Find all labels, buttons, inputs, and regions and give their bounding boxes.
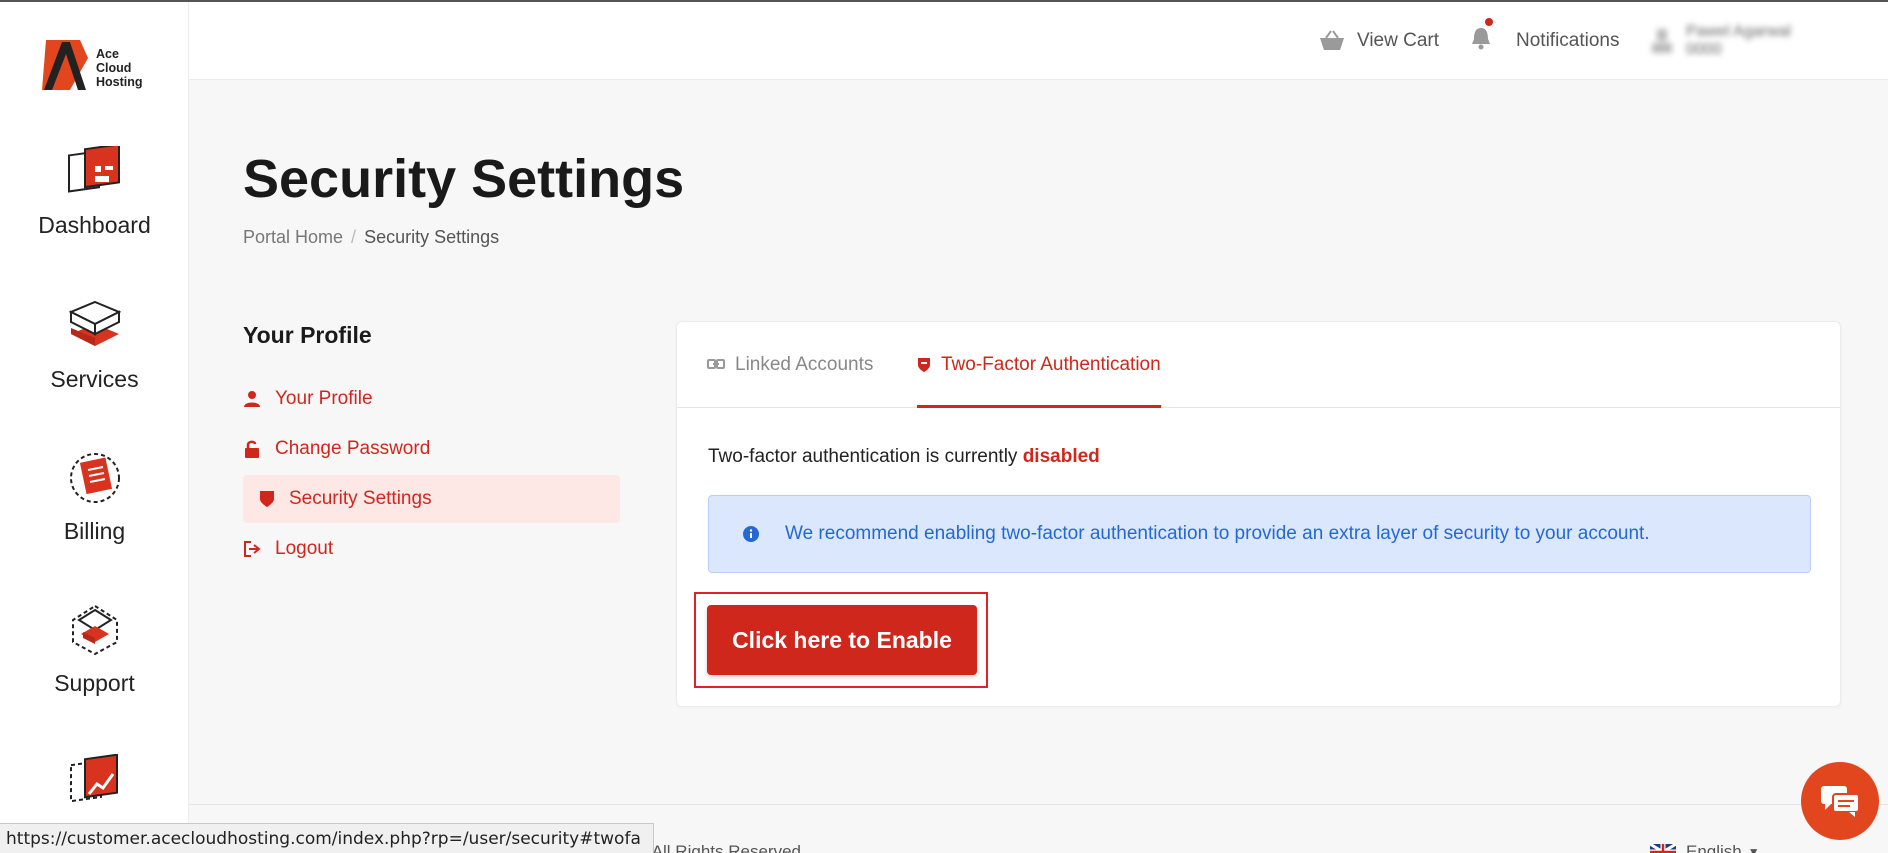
footer-divider: [189, 804, 1888, 805]
billing-icon: [69, 453, 120, 503]
unlock-icon: [245, 440, 259, 458]
profile-menu-logout[interactable]: Logout: [243, 525, 620, 573]
two-factor-status: Two-factor authentication is currently d…: [708, 446, 1100, 467]
sidebar-item-label: Services: [50, 366, 139, 392]
breadcrumb-current: Security Settings: [364, 227, 500, 247]
logout-icon: [244, 541, 261, 557]
shield-icon: [260, 491, 274, 507]
sidebar-item-services[interactable]: Services: [0, 298, 189, 393]
status-badge: disabled: [1022, 446, 1100, 467]
user-menu[interactable]: Pawel Agarwal 0000: [1650, 23, 1791, 58]
enable-two-factor-button[interactable]: Click here to Enable: [707, 605, 977, 675]
notifications-link[interactable]: Notifications: [1470, 18, 1620, 56]
reports-icon: [69, 754, 118, 803]
profile-menu-security-settings[interactable]: Security Settings: [243, 475, 620, 523]
browser-status-bar: https://customer.acecloudhosting.com/ind…: [0, 823, 654, 853]
tab-two-factor-authentication[interactable]: Two-Factor Authentication: [917, 354, 1161, 408]
chat-icon: [1821, 786, 1860, 817]
recommendation-alert: We recommend enabling two-factor authent…: [708, 495, 1811, 573]
sidebar-item-support[interactable]: Support: [0, 602, 189, 697]
profile-menu-heading: Your Profile: [243, 322, 372, 348]
user-icon: [244, 391, 260, 407]
language-selector[interactable]: English ▼: [1650, 842, 1760, 853]
bell-icon: [1470, 18, 1504, 56]
page-title: Security Settings: [243, 149, 685, 209]
logo-text: Ace Cloud Hosting: [96, 47, 143, 89]
breadcrumb: Portal Home / Security Settings: [243, 227, 499, 248]
shield-icon: [918, 358, 930, 372]
user-avatar-icon: [1652, 29, 1672, 53]
uk-flag-icon: [1650, 844, 1676, 853]
profile-menu-change-password[interactable]: Change Password: [243, 425, 620, 473]
tab-linked-accounts[interactable]: Linked Accounts: [707, 354, 873, 408]
sidebar-item-label: Dashboard: [38, 212, 151, 238]
top-header: View Cart Notifications Pawel Agarwal 00…: [189, 2, 1888, 80]
info-icon: [743, 526, 759, 542]
user-name: Pawel Agarwal 0000: [1686, 23, 1791, 58]
profile-menu-your-profile[interactable]: Your Profile: [243, 375, 620, 423]
brand-logo[interactable]: Ace Cloud Hosting: [40, 38, 150, 94]
dashboard-icon: [67, 146, 120, 193]
basket-icon: [1320, 30, 1344, 50]
logo-mark-icon: [42, 40, 88, 90]
chevron-down-icon: ▼: [1747, 845, 1760, 853]
sidebar-item-label: Billing: [63, 518, 126, 544]
sidebar-item-label: Support: [54, 670, 135, 696]
sidebar-item-dashboard[interactable]: Dashboard: [0, 146, 189, 239]
breadcrumb-separator: /: [351, 227, 357, 247]
view-cart-link[interactable]: View Cart: [1319, 26, 1439, 56]
security-tabs: Linked Accounts Two-Factor Authenticatio…: [677, 322, 1840, 408]
breadcrumb-portal-home[interactable]: Portal Home: [243, 227, 343, 247]
support-icon: [71, 604, 118, 656]
services-icon: [68, 300, 121, 346]
sidebar: Ace Cloud Hosting Dashboard Services Bil…: [0, 2, 189, 853]
notification-dot: [1485, 18, 1493, 26]
link-icon: [707, 359, 725, 369]
sidebar-item-billing[interactable]: Billing: [0, 450, 189, 545]
sidebar-item-reports[interactable]: [0, 754, 189, 810]
live-chat-button[interactable]: [1801, 762, 1879, 840]
